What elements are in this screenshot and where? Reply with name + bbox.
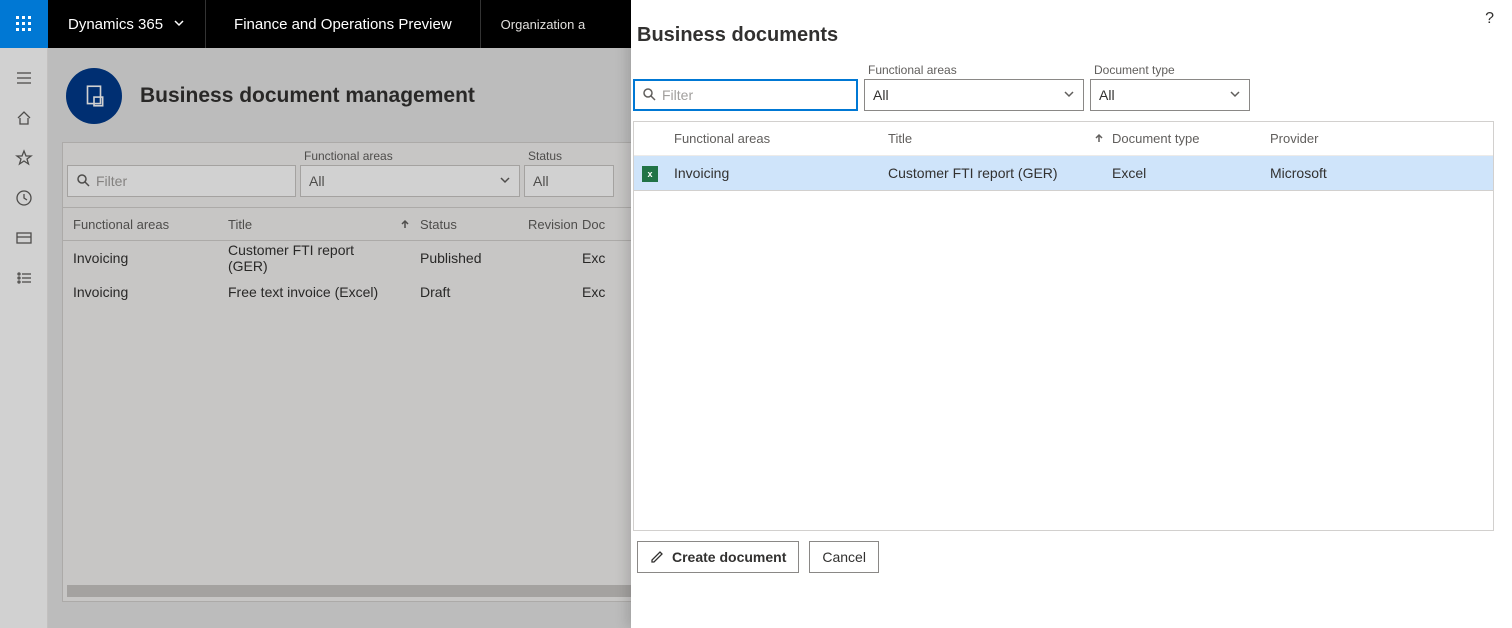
bg-th-functional-areas[interactable]: Functional areas [63,217,218,232]
panel-fa-select[interactable]: All [864,79,1084,111]
pencil-icon [650,550,664,564]
environment-label: Finance and Operations Preview [206,0,481,48]
cancel-label: Cancel [822,549,866,565]
nav-expand-button[interactable] [0,58,48,98]
left-nav-rail [0,48,48,628]
panel-table-empty-area [633,191,1494,531]
panel-row-title: Customer FTI report (GER) [888,165,1086,181]
panel-doctype-value: All [1099,87,1115,103]
panel-table-header: Functional areas Title Document type Pro… [634,122,1493,156]
panel-row-fa: Invoicing [670,165,888,181]
bg-status-value: All [533,173,549,189]
modules-button[interactable] [0,258,48,298]
bg-row-title: Free text invoice (Excel) [218,284,390,300]
app-launcher-button[interactable] [0,0,48,48]
bg-row-title: Customer FTI report (GER) [218,242,390,274]
panel-row-provider: Microsoft [1270,165,1493,181]
cancel-button[interactable]: Cancel [809,541,879,573]
sort-asc-icon[interactable] [1086,131,1112,146]
bg-filter-input[interactable]: Filter [67,165,296,197]
favorites-button[interactable] [0,138,48,178]
bg-filter-placeholder: Filter [96,173,127,189]
breadcrumb[interactable]: Organization a [481,0,606,48]
panel-doctype-select[interactable]: All [1090,79,1250,111]
panel-table: Functional areas Title Document type Pro… [633,121,1494,191]
help-button[interactable]: ? [1485,10,1494,28]
bg-functional-areas-select[interactable]: All [300,165,520,197]
panel-fa-label: Functional areas [864,63,1084,79]
panel-th-provider[interactable]: Provider [1270,131,1493,146]
page-title: Business document management [140,84,475,108]
sort-asc-icon[interactable] [390,217,410,232]
recent-button[interactable] [0,178,48,218]
bg-th-title[interactable]: Title [218,217,390,232]
bg-status-select[interactable]: All [524,165,614,197]
chevron-down-icon [499,173,511,189]
chevron-down-icon [1229,87,1241,103]
bg-row-status: Published [410,250,518,266]
env-name-text: Finance and Operations Preview [234,16,452,33]
bg-th-revision[interactable]: Revision [518,217,572,232]
panel-th-title[interactable]: Title [888,131,1086,146]
bg-row-fa: Invoicing [63,250,218,266]
panel-footer: Create document Cancel [633,531,1494,587]
app-name-label: Dynamics 365 [68,16,163,33]
bg-row-fa: Invoicing [63,284,218,300]
bg-functional-areas-label: Functional areas [300,149,520,165]
panel-th-doctype[interactable]: Document type [1112,131,1270,146]
workspaces-button[interactable] [0,218,48,258]
panel-fa-value: All [873,87,889,103]
search-icon [642,87,656,104]
create-document-label: Create document [672,549,786,565]
business-documents-panel: ? Business documents Filter Functional a… [631,0,1512,628]
panel-filter-row: Filter Functional areas All Document typ… [633,63,1494,111]
search-icon [76,173,90,190]
waffle-icon [16,16,32,32]
bg-status-label: Status [524,149,614,165]
panel-doctype-label: Document type [1090,63,1250,79]
page-icon [66,68,122,124]
bg-th-status[interactable]: Status [410,217,518,232]
create-document-button[interactable]: Create document [637,541,799,573]
panel-row-doctype: Excel [1112,165,1270,181]
panel-filter-placeholder: Filter [662,87,693,103]
bg-fa-value: All [309,173,325,189]
app-name-dropdown[interactable]: Dynamics 365 [48,0,206,48]
chevron-down-icon [1063,87,1075,103]
home-button[interactable] [0,98,48,138]
panel-title: Business documents [633,0,1494,63]
breadcrumb-text: Organization a [501,17,586,32]
excel-icon: x [642,166,658,182]
panel-filter-input[interactable]: Filter [633,79,858,111]
panel-th-fa[interactable]: Functional areas [670,131,888,146]
chevron-down-icon [173,16,185,33]
bg-row-status: Draft [410,284,518,300]
table-row[interactable]: x Invoicing Customer FTI report (GER) Ex… [634,156,1493,190]
